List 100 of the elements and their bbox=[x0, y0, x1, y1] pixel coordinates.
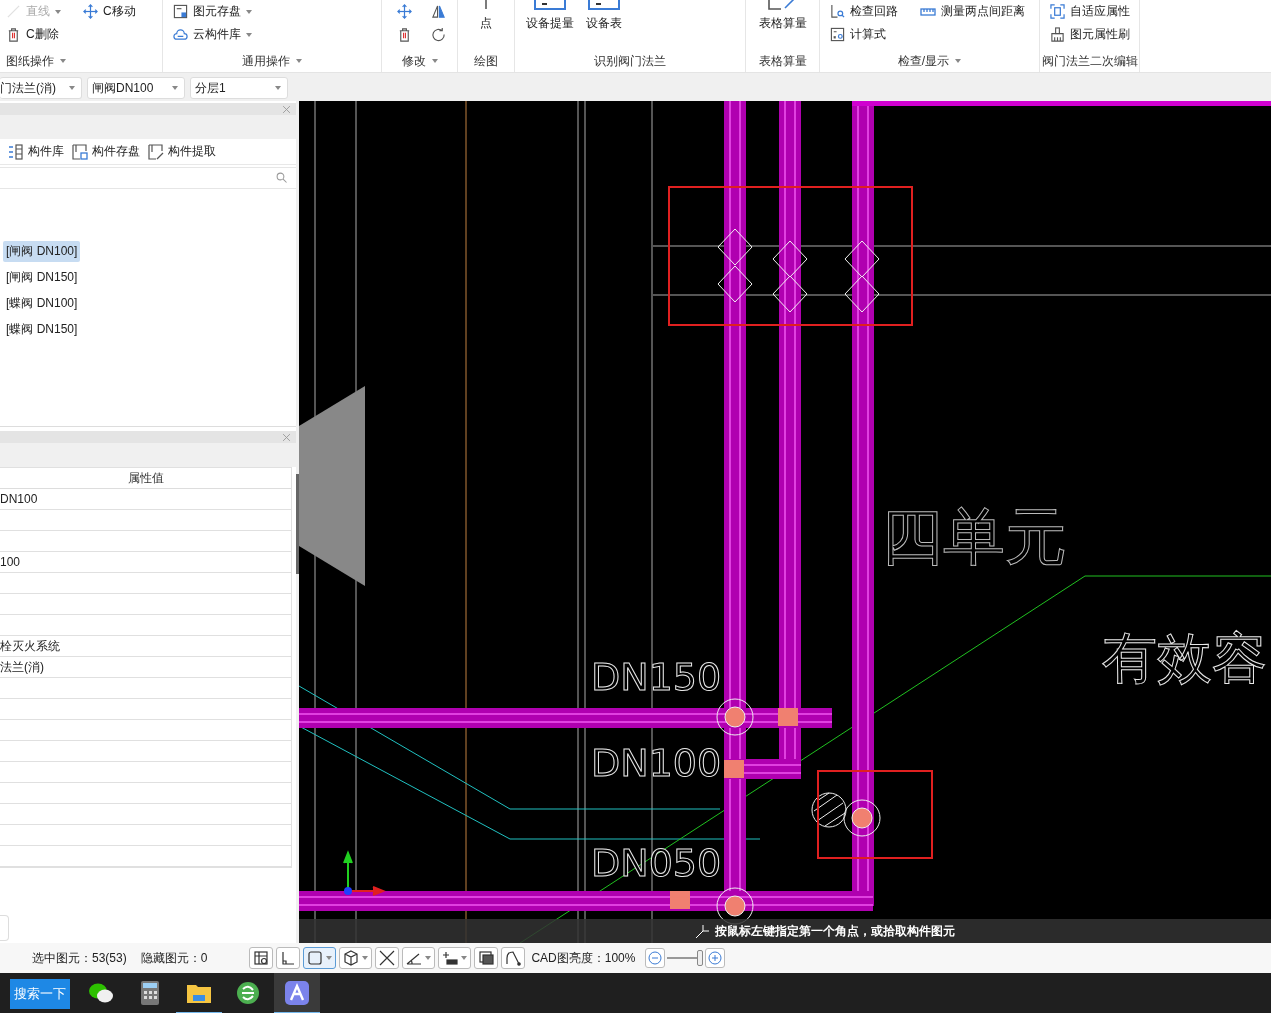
tool-button[interactable] bbox=[249, 947, 274, 969]
splitter-handle[interactable] bbox=[296, 474, 299, 574]
close-icon bbox=[282, 432, 291, 442]
tree-item[interactable]: [蝶阀 DN100] bbox=[3, 293, 81, 314]
list-icon bbox=[8, 143, 24, 160]
tree-item[interactable]: [蝶阀 DN150] bbox=[3, 319, 81, 340]
ribbon-button[interactable]: 设备表 bbox=[586, 0, 622, 46]
drawing-text: DN100 bbox=[591, 744, 722, 782]
group-label[interactable]: 检查/显示 bbox=[820, 50, 1039, 72]
group-label[interactable]: 修改 bbox=[382, 50, 457, 72]
valve-symbol bbox=[844, 275, 880, 313]
dropdown[interactable]: 分层1 bbox=[190, 77, 288, 99]
caret-icon bbox=[425, 956, 432, 960]
drawing-text: DN150 bbox=[591, 658, 722, 696]
ribbon-button[interactable]: 图元存盘 bbox=[173, 0, 252, 23]
prompt-text: 按鼠标左键指定第一个角点，或拾取构件图元 bbox=[715, 922, 955, 940]
ruler-icon bbox=[920, 6, 936, 17]
table-cell: 栓灭火系统 bbox=[0, 637, 60, 655]
brush-icon bbox=[1050, 27, 1065, 42]
ribbon-button[interactable]: 图元属性刷 bbox=[1050, 23, 1130, 46]
cross-icon bbox=[379, 950, 396, 966]
toolbar-button[interactable]: 构件提取 bbox=[148, 143, 216, 160]
axis-icon bbox=[343, 850, 386, 896]
caret-icon bbox=[362, 956, 369, 960]
taskbar-button[interactable] bbox=[274, 973, 320, 1013]
search-button[interactable]: 搜索一下 bbox=[10, 979, 70, 1009]
monitor-icon bbox=[478, 950, 495, 966]
zoom-in-button[interactable] bbox=[705, 948, 726, 968]
magnifier-square-icon bbox=[830, 4, 845, 19]
ribbon-button[interactable]: 计算式 bbox=[830, 23, 898, 46]
line-icon bbox=[6, 4, 21, 19]
fitting-symbol bbox=[716, 698, 754, 736]
dropdown[interactable]: 闸阀DN100 bbox=[87, 77, 185, 99]
mirror-icon bbox=[430, 4, 446, 19]
slider-thumb[interactable] bbox=[697, 950, 704, 966]
grid-search-icon bbox=[253, 950, 270, 966]
status-text: 选中图元：53(53) bbox=[32, 949, 127, 967]
joint-mark bbox=[670, 891, 690, 909]
tree-item[interactable]: [闸阀 DN150] bbox=[3, 267, 81, 288]
brightness-slider[interactable] bbox=[667, 950, 704, 966]
group-label[interactable]: 图纸操作 bbox=[0, 50, 162, 72]
close-icon bbox=[282, 104, 291, 114]
ribbon-button[interactable]: 云构件库 bbox=[173, 23, 252, 46]
toolbar-button[interactable]: 构件库 bbox=[8, 143, 64, 160]
input-field[interactable] bbox=[0, 915, 9, 941]
ribbon-button[interactable]: 测量两点间距离 bbox=[920, 0, 1025, 23]
move-icon bbox=[396, 4, 412, 19]
zoom-out-button[interactable] bbox=[645, 948, 666, 968]
folder-icon bbox=[187, 982, 211, 1003]
group-label[interactable]: 绘图 bbox=[458, 50, 514, 72]
search-icon bbox=[276, 172, 288, 184]
ribbon-button[interactable]: 自适应属性 bbox=[1050, 0, 1130, 23]
caret-icon bbox=[955, 59, 962, 63]
table-cell: DN100 bbox=[0, 492, 38, 506]
caret-icon bbox=[275, 86, 281, 90]
browser-icon bbox=[236, 980, 260, 1005]
group-label[interactable]: 表格算量 bbox=[746, 50, 819, 72]
ribbon-button[interactable]: 点 bbox=[479, 0, 493, 46]
tool-button[interactable] bbox=[375, 947, 400, 969]
caret-icon bbox=[296, 59, 302, 63]
device-icon bbox=[588, 0, 620, 10]
cloud-icon bbox=[173, 27, 188, 42]
frame-icon bbox=[1050, 4, 1065, 19]
cube-icon bbox=[343, 950, 360, 966]
tree-item[interactable]: [闸阀 DN100] bbox=[3, 241, 81, 262]
tool-button[interactable] bbox=[501, 947, 526, 969]
table-cell: 100 bbox=[0, 555, 21, 569]
group-label[interactable]: 识别阀门法兰 bbox=[515, 50, 745, 72]
group-label[interactable]: 通用操作 bbox=[163, 50, 381, 72]
ribbon-button[interactable]: 表格算量 bbox=[758, 0, 807, 46]
drawing-text: 四单元 bbox=[881, 506, 1067, 568]
tool-button[interactable] bbox=[474, 947, 499, 969]
ribbon-button[interactable]: 检查回路 bbox=[830, 0, 898, 23]
tool-button[interactable] bbox=[339, 947, 373, 969]
caret-icon bbox=[246, 32, 252, 37]
ribbon-button[interactable]: C移动 bbox=[83, 0, 136, 23]
ribbon-button[interactable]: 设备提量 bbox=[526, 0, 574, 46]
app-logo-icon bbox=[285, 980, 309, 1005]
dropdown[interactable]: 门法兰(消) bbox=[0, 77, 82, 99]
chat-bubbles-icon bbox=[88, 981, 114, 1004]
rectangle-icon bbox=[307, 950, 324, 966]
ribbon-button[interactable]: C删除 bbox=[6, 23, 61, 46]
drawing-text: 有效容 bbox=[1102, 631, 1267, 686]
calculator-icon bbox=[141, 980, 159, 1005]
search-field[interactable] bbox=[0, 167, 296, 189]
table-cell: 法兰(消) bbox=[0, 658, 44, 676]
caret-icon bbox=[60, 59, 66, 63]
toolbar-button[interactable]: 构件存盘 bbox=[72, 143, 140, 160]
device-icon bbox=[534, 0, 566, 10]
valve-symbol bbox=[772, 240, 808, 278]
cursor-icon bbox=[695, 923, 711, 939]
valve-symbol bbox=[717, 228, 753, 266]
tool-button[interactable] bbox=[438, 947, 472, 969]
tool-button[interactable] bbox=[402, 947, 436, 969]
curve-icon bbox=[505, 950, 522, 966]
status-text: CAD图亮度：100% bbox=[531, 949, 636, 967]
pen-icon bbox=[148, 143, 164, 160]
group-label[interactable]: 阀门法兰二次编辑 bbox=[1040, 50, 1139, 72]
valve-symbol bbox=[844, 240, 880, 278]
caret-icon bbox=[246, 9, 252, 14]
